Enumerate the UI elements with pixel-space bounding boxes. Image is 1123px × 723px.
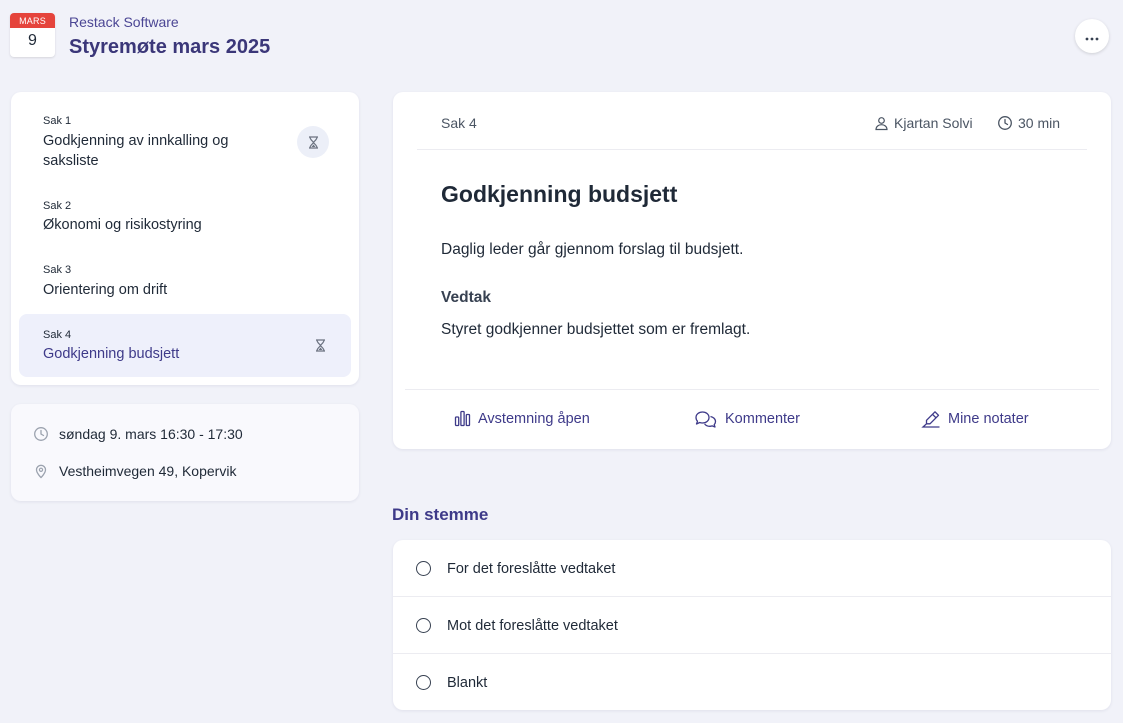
vote-option-label: Blankt — [447, 674, 488, 691]
agenda-item-sak-1[interactable]: Sak 1 Godkjenning av innkalling og saksl… — [19, 102, 351, 177]
hourglass-icon — [297, 126, 329, 158]
detail-description: Daglig leder går gjennom forslag til bud… — [441, 241, 744, 258]
bar-chart-icon — [454, 410, 471, 427]
my-notes-button[interactable]: Mine notater — [921, 410, 1029, 428]
detail-title: Godkjenning budsjett — [441, 181, 678, 207]
agenda-item-number: Sak 4 — [43, 329, 72, 341]
agenda-item-number: Sak 3 — [43, 264, 72, 276]
radio-button[interactable] — [416, 675, 431, 690]
vote-heading: Din stemme — [392, 505, 489, 524]
clock-icon — [33, 426, 49, 442]
agenda-item-number: Sak 2 — [43, 200, 72, 212]
organization-name: Restack Software — [69, 14, 179, 30]
detail-sak-label: Sak 4 — [441, 115, 477, 131]
location-pin-icon — [33, 463, 49, 479]
decision-text: Styret godkjenner budsjettet som er frem… — [441, 321, 751, 338]
comment-button[interactable]: Kommenter — [694, 410, 800, 428]
calendar-day: 9 — [28, 32, 37, 49]
agenda-list: Sak 1 Godkjenning av innkalling og saksl… — [11, 92, 359, 385]
agenda-item-label: Økonomi og risikostyring — [43, 217, 202, 233]
vote-option-label: Mot det foreslåtte vedtaket — [447, 617, 618, 634]
meeting-time-text: søndag 9. mars 16:30 - 17:30 — [59, 426, 243, 442]
decision-heading: Vedtak — [441, 289, 491, 306]
vote-options: For det foreslåtte vedtaket Mot det fore… — [393, 540, 1111, 710]
presenter-name: Kjartan Solvi — [894, 115, 973, 131]
agenda-item-sak-2[interactable]: Sak 2 Økonomi og risikostyring — [19, 187, 351, 242]
comment-label: Kommenter — [725, 411, 800, 427]
radio-button[interactable] — [416, 561, 431, 576]
agenda-item-sak-4[interactable]: Sak 4 Godkjenning budsjett — [19, 314, 351, 377]
user-icon — [874, 116, 889, 131]
more-options-button[interactable] — [1075, 19, 1109, 53]
calendar-month: MARS — [10, 13, 55, 28]
clock-icon — [997, 115, 1013, 131]
duration-text: 30 min — [1018, 115, 1061, 131]
vote-open-button[interactable]: Avstemning åpen — [454, 410, 590, 427]
page-title: Styremøte mars 2025 — [69, 36, 271, 58]
calendar-badge: MARS 9 — [10, 13, 55, 57]
meeting-location-text: Vestheimvegen 49, Kopervik — [59, 463, 237, 479]
detail-actions: Avstemning åpen Kommenter Mine notater — [405, 389, 1099, 450]
vote-open-label: Avstemning åpen — [478, 410, 590, 427]
agenda-item-sak-3[interactable]: Sak 3 Orientering om drift — [19, 250, 351, 306]
vote-option-blank[interactable]: Blankt — [393, 653, 1111, 711]
duration: 30 min — [997, 115, 1060, 131]
agenda-item-label: Godkjenning av innkalling og saksliste — [43, 133, 229, 169]
chat-bubbles-icon — [694, 410, 718, 428]
hourglass-icon — [311, 336, 329, 354]
vote-option-label: For det foreslåtte vedtaket — [447, 560, 616, 577]
meeting-info: søndag 9. mars 16:30 - 17:30 Vestheimveg… — [11, 404, 359, 501]
meeting-location: Vestheimvegen 49, Kopervik — [33, 463, 236, 479]
agenda-item-number: Sak 1 — [43, 115, 72, 127]
vote-option-against[interactable]: Mot det foreslåtte vedtaket — [393, 596, 1111, 654]
pen-icon — [921, 410, 941, 428]
presenter: Kjartan Solvi — [874, 115, 973, 131]
agenda-item-label: Orientering om drift — [43, 282, 168, 298]
radio-button[interactable] — [416, 618, 431, 633]
vote-option-for[interactable]: For det foreslåtte vedtaket — [393, 540, 1111, 597]
detail-header — [417, 92, 1087, 150]
agenda-item-label: Godkjenning budsjett — [43, 346, 180, 362]
meeting-time: søndag 9. mars 16:30 - 17:30 — [33, 426, 243, 442]
my-notes-label: Mine notater — [948, 411, 1029, 427]
ellipsis-icon — [1085, 28, 1099, 44]
agenda-item-detail: Sak 4 Kjartan Solvi 30 min Godkjenning b… — [393, 92, 1111, 449]
